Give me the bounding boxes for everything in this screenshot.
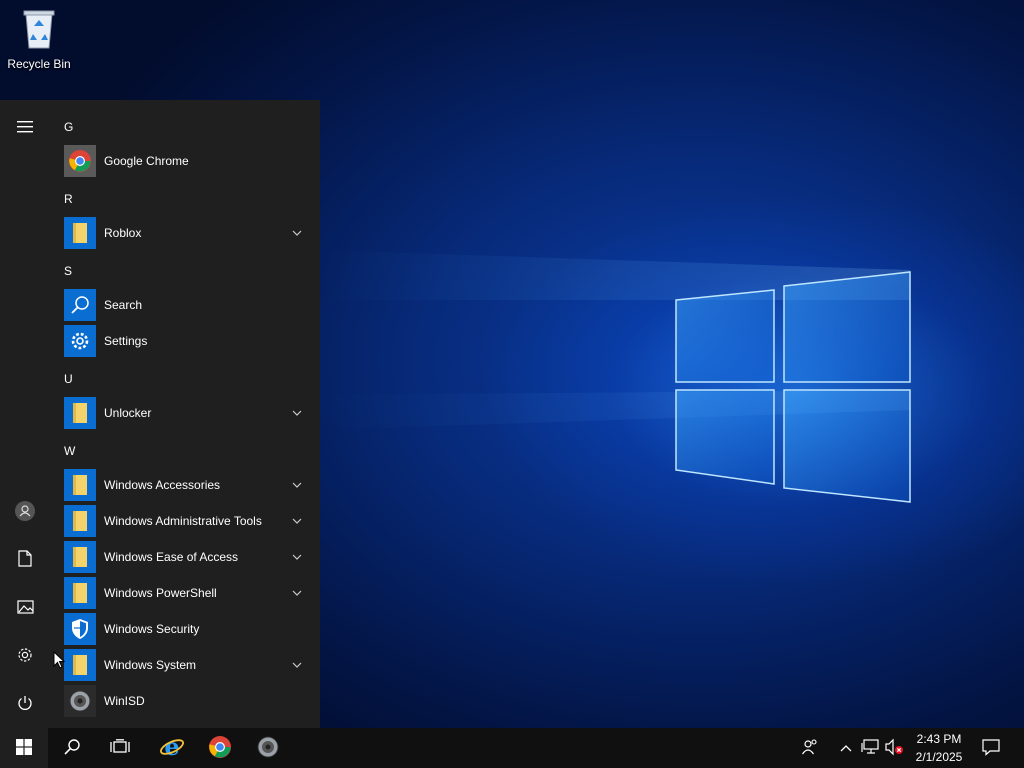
speaker-icon: [64, 685, 96, 717]
group-letter-r[interactable]: R: [64, 189, 73, 209]
taskbar: e 2:43 PM 2/1/2025: [0, 728, 1024, 768]
chevron-down-icon[interactable]: [290, 586, 304, 600]
folder-icon: [64, 541, 96, 573]
clock-date: 2/1/2025: [915, 750, 963, 764]
app-name: Unlocker: [104, 406, 152, 420]
windows-start-icon: [16, 738, 32, 758]
app-name: Windows System: [104, 658, 197, 672]
taskbar-search-button[interactable]: [48, 728, 96, 768]
documents-button[interactable]: [0, 540, 50, 580]
app-windows-powershell[interactable]: Windows PowerShell: [64, 576, 304, 610]
app-name: Windows Administrative Tools: [104, 514, 262, 528]
pictures-button[interactable]: [0, 588, 50, 628]
chevron-down-icon[interactable]: [290, 514, 304, 528]
folder-icon: [64, 649, 96, 681]
taskbar-internet-explorer[interactable]: e: [148, 728, 196, 768]
search-icon: [63, 738, 81, 759]
app-windows-administrative-tools[interactable]: Windows Administrative Tools: [64, 504, 304, 538]
group-letter-s[interactable]: S: [64, 261, 72, 281]
app-name: Google Chrome: [104, 154, 189, 168]
app-name: Windows Accessories: [104, 478, 221, 492]
internet-explorer-icon: e: [159, 732, 185, 763]
desktop-icon-recycle-bin[interactable]: Recycle Bin: [4, 6, 74, 76]
folder-icon: [64, 217, 96, 249]
network-button[interactable]: [860, 738, 880, 758]
task-view-icon: [110, 738, 130, 758]
folder-icon: [64, 469, 96, 501]
speaker-icon: [256, 735, 280, 762]
people-button[interactable]: [800, 738, 820, 758]
app-name: Windows Ease of Access: [104, 550, 239, 564]
expand-menu-button[interactable]: [0, 108, 50, 148]
taskbar-clock[interactable]: 2:43 PM 2/1/2025: [900, 730, 978, 766]
chevron-down-icon[interactable]: [290, 406, 304, 420]
chevron-down-icon[interactable]: [290, 478, 304, 492]
search-icon: [64, 289, 96, 321]
task-view-button[interactable]: [96, 728, 144, 768]
chevron-down-icon[interactable]: [290, 226, 304, 240]
app-settings[interactable]: Settings: [64, 324, 304, 358]
group-letter-g[interactable]: G: [64, 117, 73, 137]
app-windows-security[interactable]: Windows Security: [64, 612, 304, 646]
taskbar-winisd[interactable]: [244, 728, 292, 768]
start-menu-rail: [0, 100, 50, 728]
folder-icon: [64, 505, 96, 537]
app-google-chrome[interactable]: Google Chrome: [64, 144, 304, 178]
group-letter-u[interactable]: U: [64, 369, 73, 389]
chevron-up-icon: [840, 741, 852, 755]
mouse-cursor-icon: [53, 650, 66, 672]
folder-icon: [64, 577, 96, 609]
chrome-icon: [64, 145, 96, 177]
app-name: WinISD: [104, 694, 145, 708]
app-windows-accessories[interactable]: Windows Accessories: [64, 468, 304, 502]
hamburger-menu-icon: [17, 120, 33, 136]
app-name: Windows PowerShell: [104, 586, 217, 600]
clock-time: 2:43 PM: [916, 732, 962, 746]
action-center-icon: [982, 738, 1000, 759]
people-icon: [801, 738, 819, 759]
app-windows-system[interactable]: Windows System: [64, 648, 304, 682]
start-menu: G Google Chrome R Roblox S Search Settin…: [0, 100, 320, 728]
app-name: Windows Security: [104, 622, 200, 636]
power-icon: [17, 695, 33, 714]
recycle-bin-icon: [4, 6, 74, 53]
start-button[interactable]: [0, 728, 48, 768]
app-name: Settings: [104, 334, 148, 348]
app-windows-ease-of-access[interactable]: Windows Ease of Access: [64, 540, 304, 574]
chevron-down-icon[interactable]: [290, 550, 304, 564]
chevron-down-icon[interactable]: [290, 658, 304, 672]
network-icon: [861, 738, 879, 758]
pictures-icon: [16, 599, 34, 617]
chrome-icon: [208, 735, 232, 762]
shield-icon: [64, 613, 96, 645]
app-name: Roblox: [104, 226, 142, 240]
app-winisd[interactable]: WinISD: [64, 684, 304, 718]
settings-gear-icon: [16, 646, 34, 667]
app-unlocker[interactable]: Unlocker: [64, 396, 304, 430]
settings-button[interactable]: [0, 636, 50, 676]
action-center-button[interactable]: [981, 738, 1001, 758]
user-avatar-icon: [15, 500, 35, 524]
desktop-icon-label: Recycle Bin: [7, 57, 71, 71]
power-button[interactable]: [0, 684, 50, 724]
documents-icon: [18, 550, 32, 570]
user-account-button[interactable]: [0, 492, 50, 532]
app-name: Search: [104, 298, 143, 312]
folder-icon: [64, 397, 96, 429]
app-list: G Google Chrome R Roblox S Search Settin…: [50, 100, 320, 728]
gear-icon: [64, 325, 96, 357]
svg-text:e: e: [164, 734, 179, 760]
taskbar-google-chrome[interactable]: [196, 728, 244, 768]
app-roblox[interactable]: Roblox: [64, 216, 304, 250]
group-letter-w[interactable]: W: [64, 441, 75, 461]
show-hidden-icons-button[interactable]: [836, 738, 856, 758]
app-search[interactable]: Search: [64, 288, 304, 322]
